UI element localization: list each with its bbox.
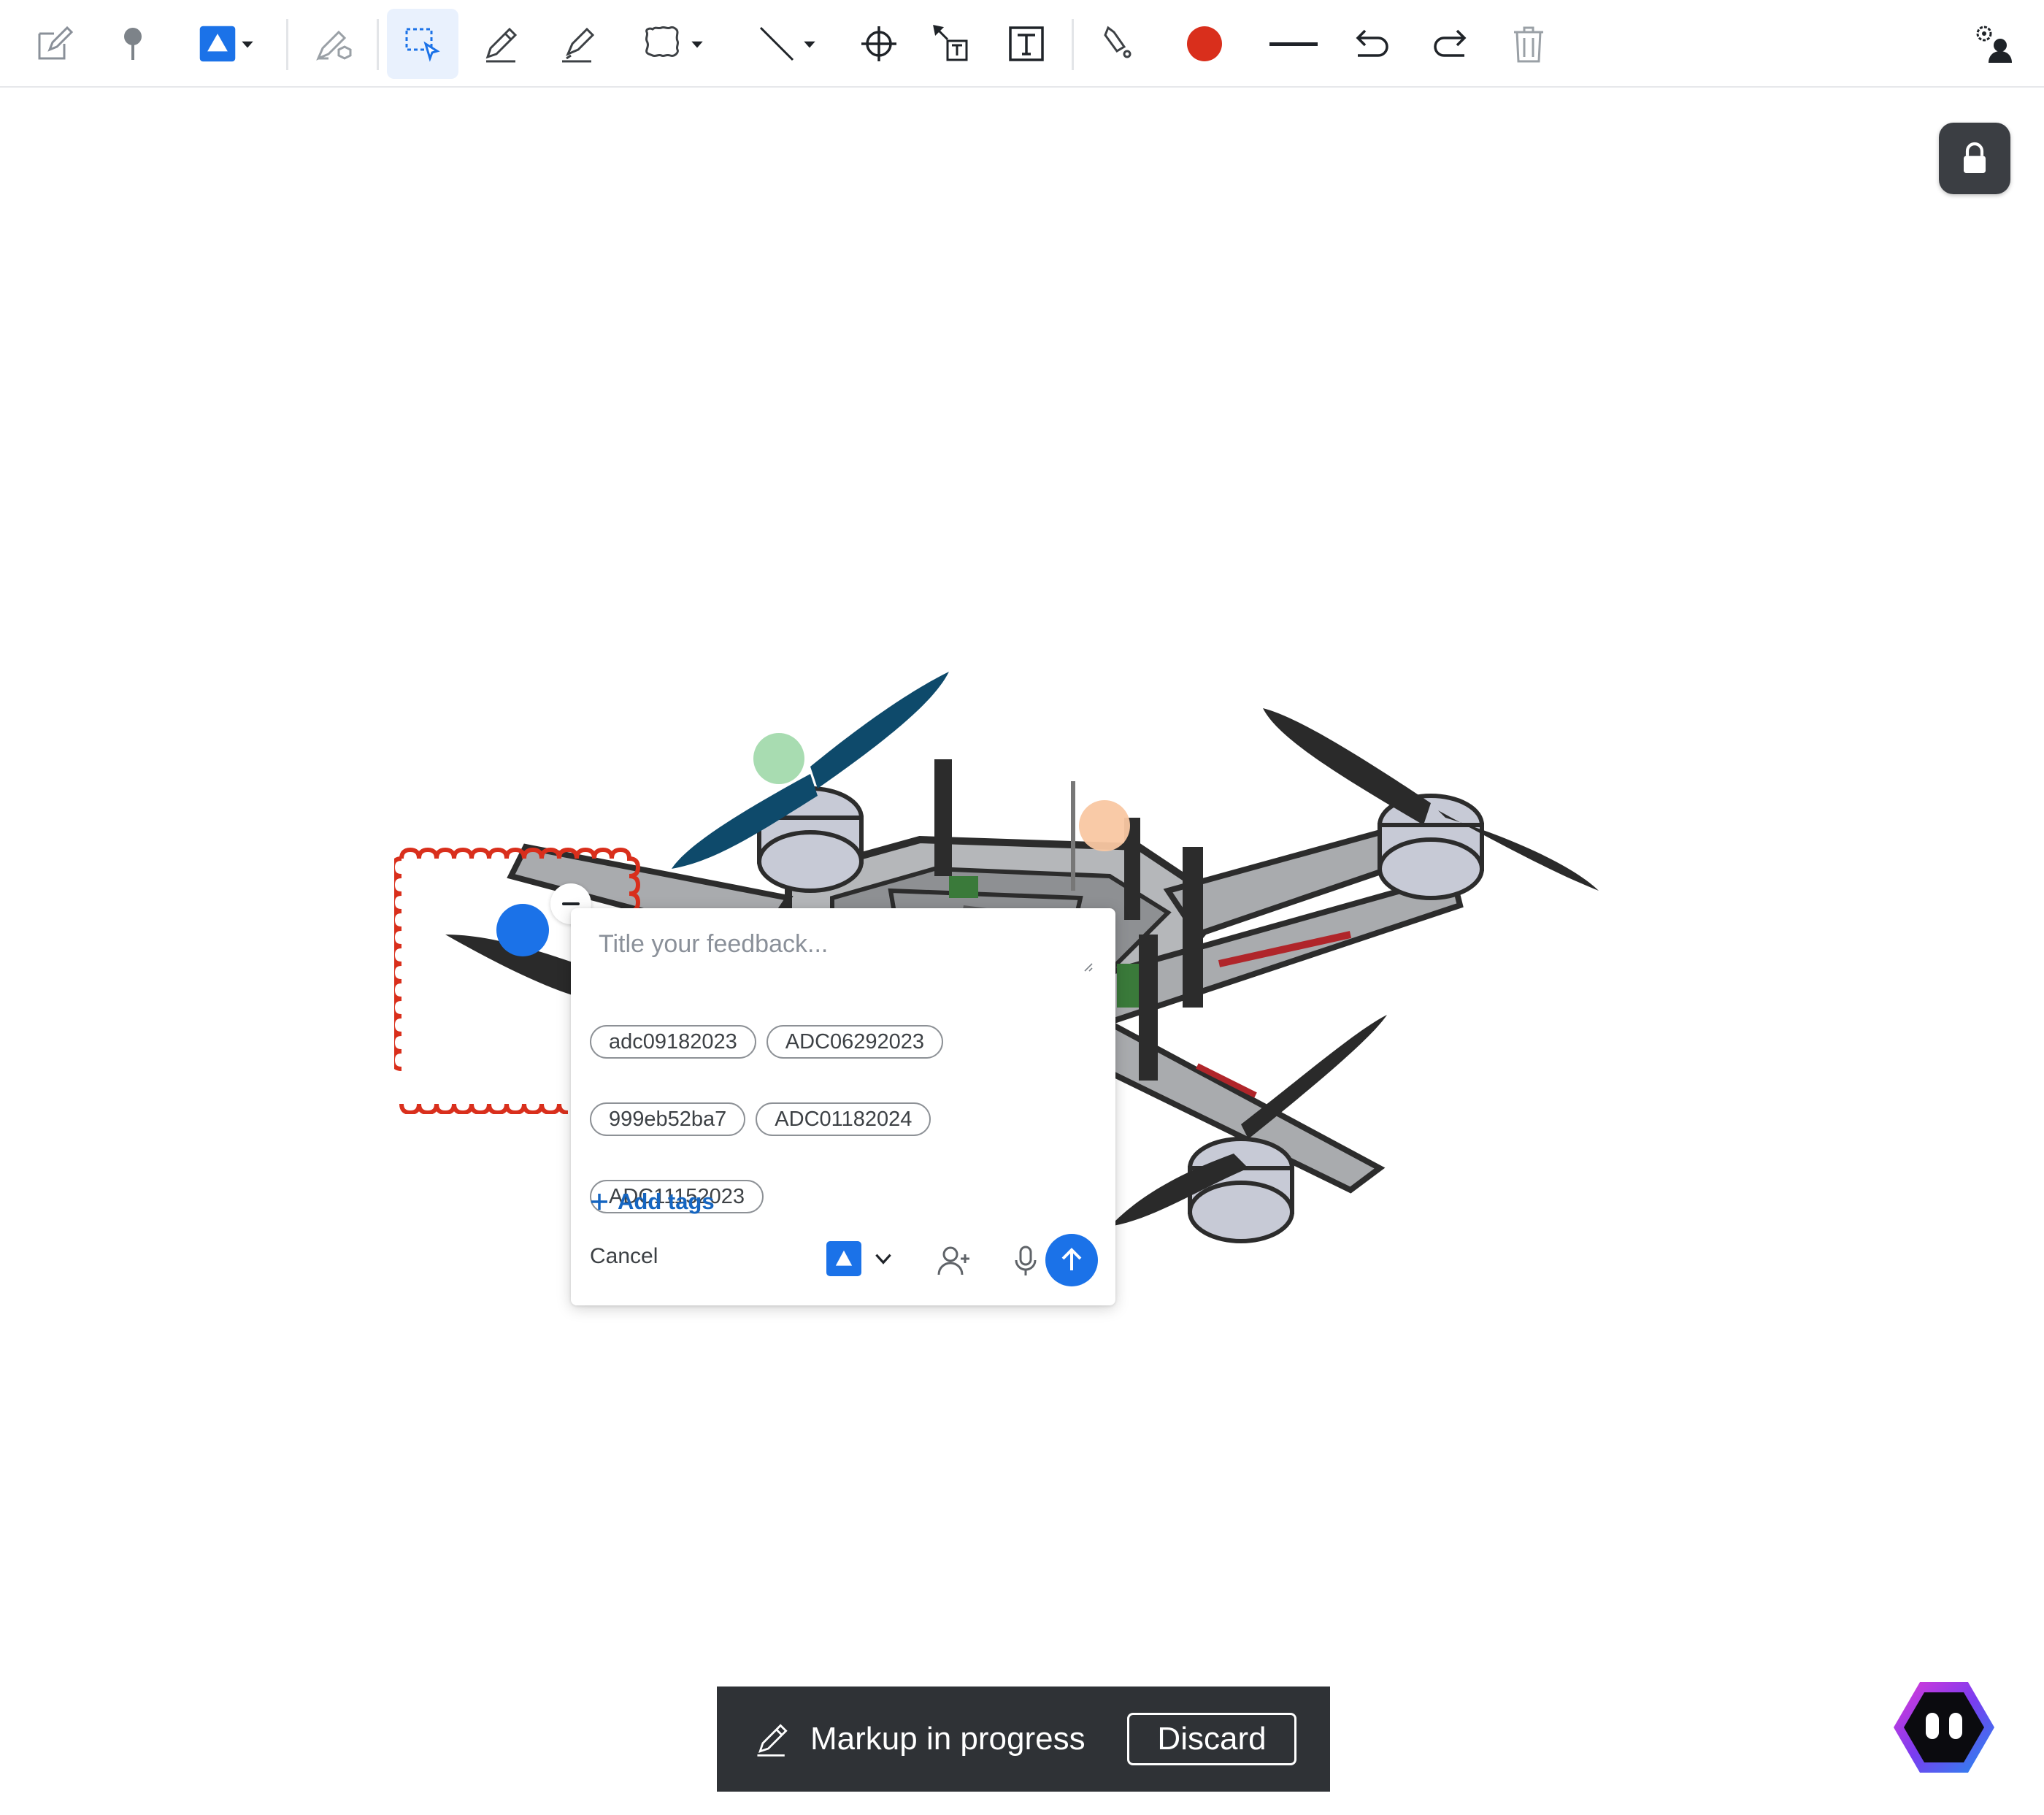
markup-toolbar bbox=[0, 0, 2044, 88]
text-box-icon bbox=[1009, 26, 1044, 61]
tag-chip[interactable]: ADC06292023 bbox=[766, 1025, 944, 1059]
edit-note-icon bbox=[38, 26, 74, 60]
undo-button[interactable] bbox=[1336, 9, 1406, 79]
redo-button[interactable] bbox=[1416, 9, 1486, 79]
crosshair-icon bbox=[861, 26, 896, 61]
pencil-button[interactable] bbox=[466, 9, 536, 79]
add-tags-button[interactable]: Add tags bbox=[588, 1189, 715, 1215]
highlighter-button[interactable] bbox=[543, 9, 613, 79]
select-area-button[interactable] bbox=[387, 9, 458, 79]
chevron-down-icon bbox=[691, 41, 703, 48]
feedback-type-select[interactable] bbox=[826, 1241, 895, 1276]
feedback-popover: adc09182023 ADC06292023 999eb52ba7 ADC01… bbox=[571, 908, 1115, 1305]
pencil-icon bbox=[485, 27, 518, 63]
feedback-title-input[interactable] bbox=[599, 930, 1080, 1010]
pen-3d-button[interactable] bbox=[298, 9, 368, 79]
tag-list: adc09182023 ADC06292023 999eb52ba7 ADC01… bbox=[590, 1025, 1101, 1213]
line-tool-button[interactable] bbox=[739, 9, 834, 79]
trash-icon bbox=[1514, 26, 1543, 63]
toolbar-divider bbox=[286, 19, 288, 70]
markup-status-text: Markup in progress bbox=[810, 1721, 1086, 1757]
markup-status-banner: Markup in progress Discard bbox=[717, 1687, 1330, 1792]
arrow-up-icon bbox=[1061, 1248, 1082, 1270]
user-settings-icon bbox=[1976, 26, 2012, 63]
tag-chip[interactable]: 999eb52ba7 bbox=[590, 1102, 746, 1136]
cloud-shape-icon bbox=[645, 26, 680, 58]
arrow-text-button[interactable] bbox=[917, 9, 987, 79]
cancel-button[interactable]: Cancel bbox=[590, 1244, 658, 1269]
highlighter-icon bbox=[562, 27, 595, 63]
fill-icon bbox=[1104, 26, 1132, 58]
feedback-pin-active[interactable] bbox=[496, 904, 549, 956]
add-user-icon[interactable] bbox=[936, 1243, 972, 1279]
cloud-shape-button[interactable] bbox=[626, 9, 721, 79]
triangle-badge-icon bbox=[826, 1241, 861, 1276]
bot-eye-right bbox=[1949, 1713, 1962, 1739]
select-area-icon bbox=[405, 28, 440, 62]
chevron-down-icon bbox=[804, 41, 815, 48]
pencil-icon bbox=[757, 1724, 788, 1757]
feedback-type-button[interactable] bbox=[180, 9, 274, 79]
triangle-badge-icon bbox=[199, 26, 236, 62]
pin-icon bbox=[124, 28, 142, 60]
resize-grip-icon[interactable] bbox=[1082, 961, 1094, 972]
fill-button[interactable] bbox=[1082, 9, 1152, 79]
microphone-icon[interactable] bbox=[1007, 1243, 1044, 1279]
tag-chip[interactable]: adc09182023 bbox=[590, 1025, 756, 1059]
arrow-text-icon bbox=[933, 25, 968, 61]
color-swatch-icon bbox=[1187, 26, 1222, 61]
chevron-down-icon bbox=[242, 41, 253, 48]
assistant-bot-button[interactable] bbox=[1891, 1678, 1997, 1784]
color-button[interactable] bbox=[1169, 9, 1240, 79]
minus-icon bbox=[562, 902, 580, 905]
toolbar-divider bbox=[1072, 19, 1074, 70]
undo-icon bbox=[1356, 29, 1388, 57]
feedback-pin-orange[interactable] bbox=[1079, 800, 1130, 851]
pin-button[interactable] bbox=[98, 9, 168, 79]
text-box-button[interactable] bbox=[991, 9, 1061, 79]
stroke-width-button[interactable] bbox=[1257, 9, 1330, 79]
add-tags-label: Add tags bbox=[618, 1189, 715, 1214]
bot-eye-left bbox=[1926, 1713, 1939, 1739]
submit-feedback-button[interactable] bbox=[1045, 1234, 1098, 1286]
delete-button[interactable] bbox=[1494, 9, 1564, 79]
feedback-pin-green[interactable] bbox=[753, 733, 804, 784]
lock-view-button[interactable] bbox=[1939, 123, 2010, 194]
user-settings-button[interactable] bbox=[1958, 9, 2028, 79]
chevron-down-icon bbox=[875, 1254, 891, 1265]
lock-icon bbox=[1964, 142, 1986, 173]
crosshair-button[interactable] bbox=[844, 9, 914, 79]
popover-footer: Cancel bbox=[590, 1234, 1098, 1286]
tag-chip[interactable]: ADC01182024 bbox=[756, 1102, 931, 1136]
stroke-width-icon bbox=[1269, 42, 1318, 46]
toolbar-divider bbox=[377, 19, 379, 70]
pen-3d-icon bbox=[316, 30, 352, 61]
discard-button[interactable]: Discard bbox=[1127, 1713, 1296, 1765]
redo-icon bbox=[1434, 29, 1467, 57]
line-icon bbox=[759, 26, 794, 61]
edit-note-button[interactable] bbox=[19, 9, 89, 79]
plus-icon bbox=[591, 1194, 607, 1210]
